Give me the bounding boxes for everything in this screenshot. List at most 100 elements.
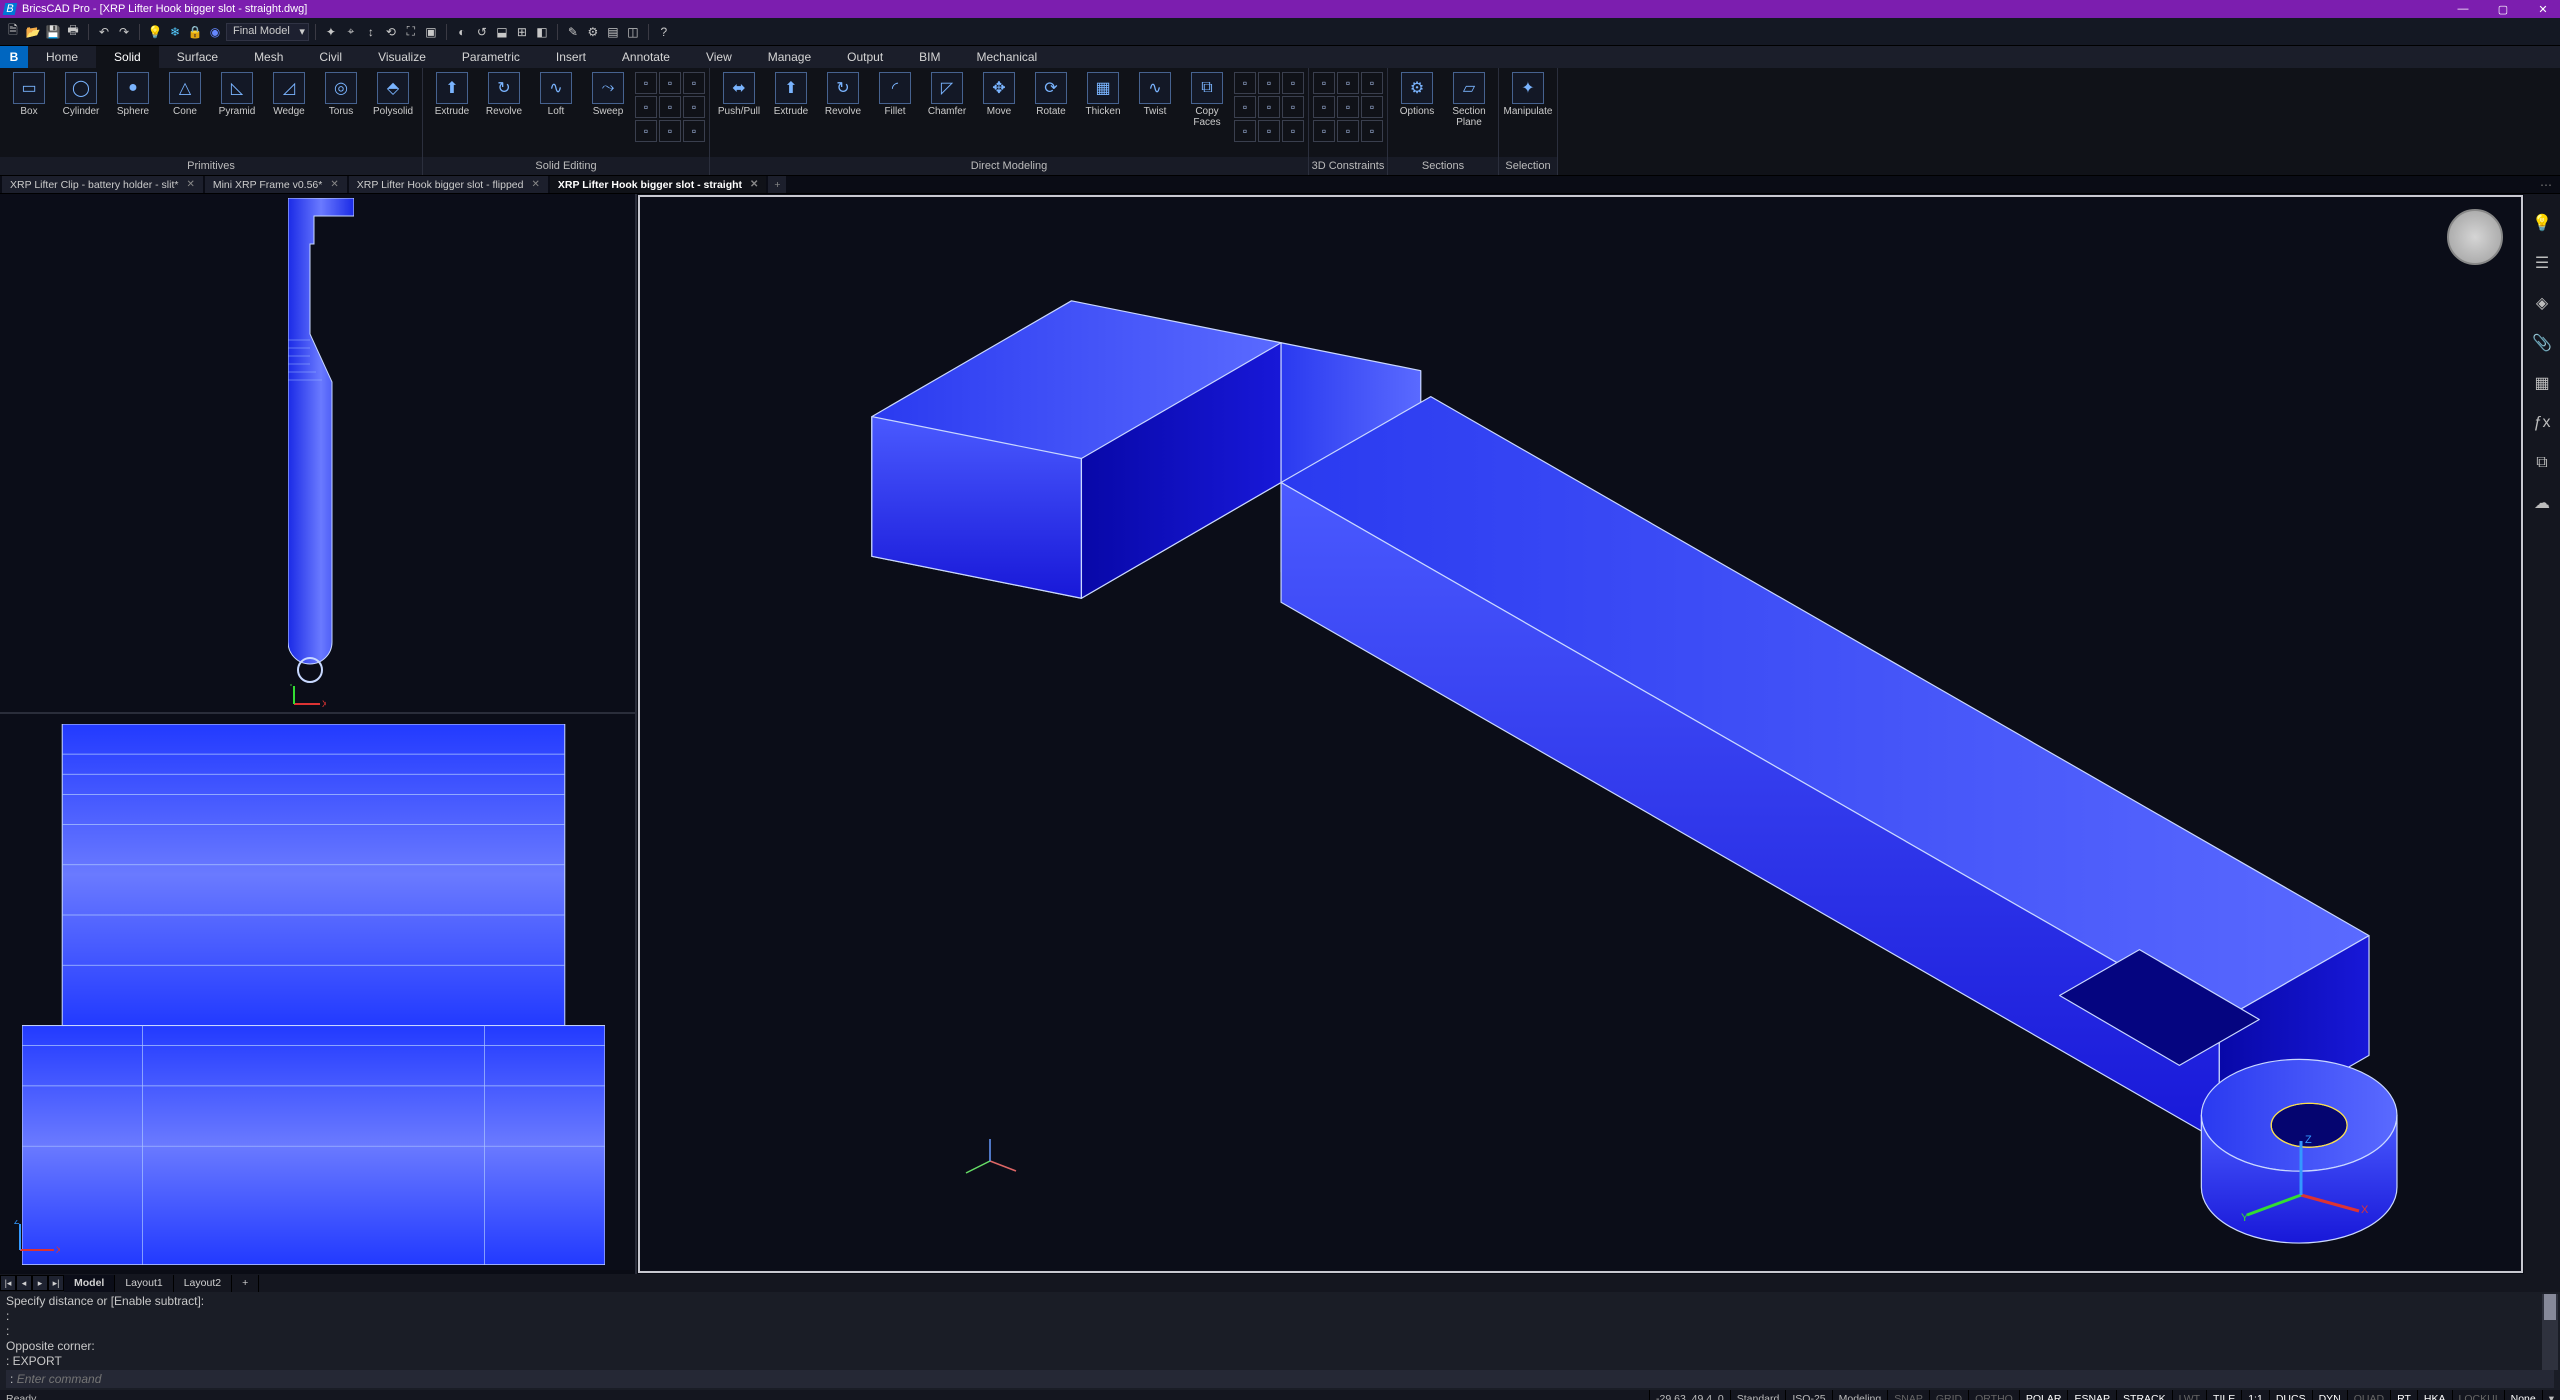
tool-pyramid[interactable]: ◺Pyramid <box>212 70 262 117</box>
tool-sphere[interactable]: ●Sphere <box>108 70 158 117</box>
status-workspace[interactable]: Modeling <box>1832 1390 1888 1400</box>
command-prompt[interactable]: : <box>6 1370 2554 1388</box>
lightbulb-icon[interactable]: 💡 <box>2531 212 2553 234</box>
print-icon[interactable]: 🖶 <box>64 23 82 41</box>
small-tool-icon[interactable]: ▫ <box>683 120 705 142</box>
menu-tab-annotate[interactable]: Annotate <box>604 46 688 68</box>
small-tool-icon[interactable]: ▫ <box>1282 72 1304 94</box>
small-tool-icon[interactable]: ▫ <box>1258 96 1280 118</box>
small-tool-icon[interactable]: ▫ <box>1361 120 1383 142</box>
tool-icon[interactable]: ◧ <box>533 23 551 41</box>
menu-tab-output[interactable]: Output <box>829 46 901 68</box>
tool-icon[interactable]: ⟲ <box>382 23 400 41</box>
tool-polysolid[interactable]: ⬘Polysolid <box>368 70 418 117</box>
layout-tab-model[interactable]: Model <box>64 1275 115 1292</box>
tool-icon[interactable]: ✎ <box>564 23 582 41</box>
small-tool-icon[interactable]: ▫ <box>1361 72 1383 94</box>
tool-torus[interactable]: ◎Torus <box>316 70 366 117</box>
tool-icon[interactable]: ↺ <box>473 23 491 41</box>
layout-add-button[interactable]: + <box>232 1275 259 1292</box>
tool-rotate[interactable]: ⟳Rotate <box>1026 70 1076 117</box>
cloud-icon[interactable]: ☁ <box>2531 492 2553 514</box>
structure-icon[interactable]: ⧉ <box>2531 452 2553 474</box>
status-toggle-tile[interactable]: TILE <box>2206 1390 2241 1400</box>
command-input[interactable] <box>17 1372 2550 1386</box>
tool-icon[interactable]: ↕ <box>362 23 380 41</box>
visual-style-dropdown[interactable]: Final Model <box>226 23 309 41</box>
status-toggle-ducs[interactable]: DUCS <box>2269 1390 2312 1400</box>
small-tool-icon[interactable]: ▫ <box>635 96 657 118</box>
tool-icon[interactable]: ◐ <box>453 23 471 41</box>
status-toggle-snap[interactable]: SNAP <box>1887 1390 1929 1400</box>
status-menu-icon[interactable]: ▾ <box>2542 1390 2560 1400</box>
help-icon[interactable]: ? <box>655 23 673 41</box>
small-tool-icon[interactable]: ▫ <box>1313 120 1335 142</box>
tool-box[interactable]: ▭Box <box>4 70 54 117</box>
status-standard[interactable]: Standard <box>1730 1390 1786 1400</box>
status-coords[interactable]: -29.63, 49.4, 0 <box>1649 1390 1730 1400</box>
tool-push-pull[interactable]: ⬌Push/Pull <box>714 70 764 117</box>
status-dimstyle[interactable]: ISO-25 <box>1785 1390 1831 1400</box>
tool-icon[interactable]: ⚙ <box>584 23 602 41</box>
small-tool-icon[interactable]: ▫ <box>1234 96 1256 118</box>
tool-icon[interactable]: ✦ <box>322 23 340 41</box>
status-toggle-polar[interactable]: POLAR <box>2019 1390 2068 1400</box>
menu-tab-view[interactable]: View <box>688 46 750 68</box>
small-tool-icon[interactable]: ▫ <box>1361 96 1383 118</box>
tool-move[interactable]: ✥Move <box>974 70 1024 117</box>
tool-fillet[interactable]: ◜Fillet <box>870 70 920 117</box>
sheet-icon[interactable]: ▦ <box>2531 372 2553 394</box>
layout-tab-layout1[interactable]: Layout1 <box>115 1275 173 1292</box>
small-tool-icon[interactable]: ▫ <box>683 72 705 94</box>
tool-icon[interactable]: ⊞ <box>513 23 531 41</box>
tool-icon[interactable]: ▤ <box>604 23 622 41</box>
menu-tab-surface[interactable]: Surface <box>159 46 236 68</box>
tool-icon[interactable]: ⬓ <box>493 23 511 41</box>
menu-tab-solid[interactable]: Solid <box>96 46 159 68</box>
tool-extrude[interactable]: ⬆Extrude <box>766 70 816 117</box>
scrollbar-thumb[interactable] <box>2544 1294 2556 1320</box>
small-tool-icon[interactable]: ▫ <box>683 96 705 118</box>
maximize-button[interactable]: ▢ <box>2496 3 2510 16</box>
layout-next-icon[interactable]: ▸ <box>32 1275 48 1291</box>
tool-chamfer[interactable]: ◸Chamfer <box>922 70 972 117</box>
layer-off-icon[interactable]: ◉ <box>206 23 224 41</box>
small-tool-icon[interactable]: ▫ <box>1337 96 1359 118</box>
tool-loft[interactable]: ∿Loft <box>531 70 581 117</box>
layout-prev-icon[interactable]: ◂ <box>16 1275 32 1291</box>
new-icon[interactable]: 🗎 <box>4 23 22 41</box>
tool-twist[interactable]: ∿Twist <box>1130 70 1180 117</box>
scrollbar[interactable] <box>2542 1294 2558 1370</box>
status-toggle-hka[interactable]: HKA <box>2417 1390 2452 1400</box>
tabs-overflow-icon[interactable]: ⋯ <box>2540 178 2554 192</box>
status-toggle-grid[interactable]: GRID <box>1929 1390 1968 1400</box>
layers-icon[interactable]: ◈ <box>2531 292 2553 314</box>
document-tab[interactable]: XRP Lifter Hook bigger slot - straight✕ <box>550 176 767 193</box>
layer-lock-icon[interactable]: 🔒 <box>186 23 204 41</box>
menu-tab-manage[interactable]: Manage <box>750 46 829 68</box>
tool-icon[interactable]: ⌖ <box>342 23 360 41</box>
small-tool-icon[interactable]: ▫ <box>1337 120 1359 142</box>
save-icon[interactable]: 💾 <box>44 23 62 41</box>
status-toggle-none[interactable]: None <box>2504 1390 2542 1400</box>
undo-icon[interactable]: ↶ <box>95 23 113 41</box>
close-tab-icon[interactable]: ✕ <box>531 179 539 190</box>
small-tool-icon[interactable]: ▫ <box>659 120 681 142</box>
menu-tab-civil[interactable]: Civil <box>301 46 360 68</box>
tool-section-plane[interactable]: ▱Section Plane <box>1444 70 1494 128</box>
small-tool-icon[interactable]: ▫ <box>1337 72 1359 94</box>
redo-icon[interactable]: ↷ <box>115 23 133 41</box>
status-toggle-quad[interactable]: QUAD <box>2347 1390 2390 1400</box>
small-tool-icon[interactable]: ▫ <box>1234 120 1256 142</box>
status-toggle-ortho[interactable]: ORTHO <box>1968 1390 2019 1400</box>
small-tool-icon[interactable]: ▫ <box>1313 96 1335 118</box>
menu-tab-insert[interactable]: Insert <box>538 46 604 68</box>
tool-options[interactable]: ⚙Options <box>1392 70 1442 117</box>
document-tab[interactable]: XRP Lifter Clip - battery holder - slit*… <box>2 176 203 193</box>
tool-extrude[interactable]: ⬆Extrude <box>427 70 477 117</box>
tool-icon[interactable]: ◫ <box>624 23 642 41</box>
tool-icon[interactable]: ▣ <box>422 23 440 41</box>
app-menu-button[interactable]: B <box>0 46 28 68</box>
document-tab[interactable]: Mini XRP Frame v0.56*✕ <box>205 176 347 193</box>
fx-icon[interactable]: ƒx <box>2531 412 2553 434</box>
